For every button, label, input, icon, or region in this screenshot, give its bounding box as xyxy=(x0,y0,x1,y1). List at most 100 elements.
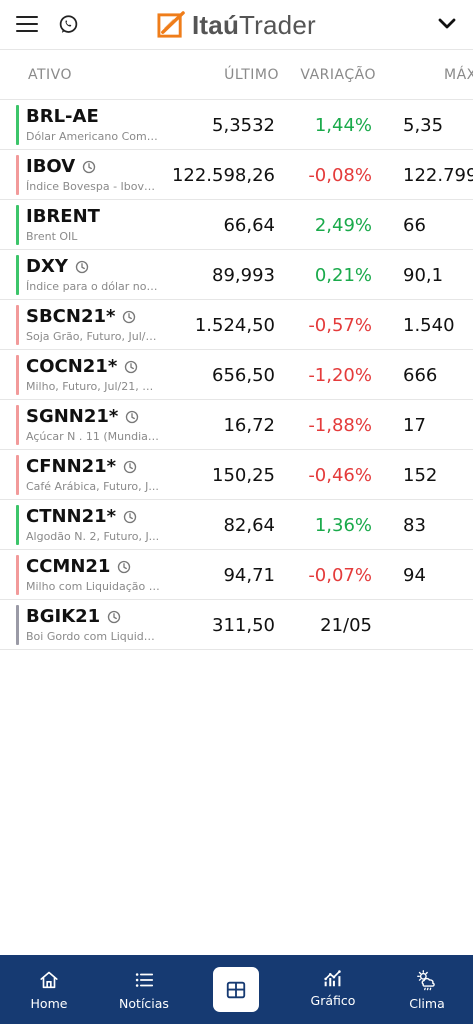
asset-symbol: BRL-AE xyxy=(26,106,99,127)
last-price: 1.524,50 xyxy=(194,315,275,336)
table-header: ATIVO ÚLTIMO VARIAÇÃO MÁX xyxy=(0,50,473,100)
last-price: 94,71 xyxy=(223,565,275,586)
asset-symbol-text: CCMN21 xyxy=(26,556,111,577)
asset-symbol: SBCN21* xyxy=(26,306,136,327)
itau-logo-icon xyxy=(157,10,185,38)
clock-icon xyxy=(126,410,139,423)
home-icon xyxy=(40,971,58,989)
clock-icon xyxy=(118,560,131,573)
bottom-nav: Home Notícias Gráfico Clima xyxy=(0,955,473,1024)
max-price: 666 xyxy=(403,365,438,386)
chart-icon xyxy=(324,970,341,987)
last-price: 656,50 xyxy=(212,365,275,386)
table-row[interactable]: CFNN21* Café Arábica, Futuro, J... 150,25 -… xyxy=(0,450,473,500)
table-row[interactable]: IBOV Índice Bovespa - Iboves... 122.598,26… xyxy=(0,150,473,200)
table-row[interactable]: SGNN21* Açúcar N . 11 (Mundial)... 16,72 -1… xyxy=(0,400,473,450)
asset-symbol: SGNN21* xyxy=(26,406,139,427)
max-price: 152 xyxy=(403,465,438,486)
nav-home[interactable]: Home xyxy=(22,955,76,1024)
asset-description: Brent OIL xyxy=(26,230,78,243)
asset-description: Boi Gordo com Liquida... xyxy=(26,630,160,643)
variation: -1,88% xyxy=(308,415,372,436)
asset-symbol-text: IBRENT xyxy=(26,206,100,227)
variation: 2,49% xyxy=(314,215,372,236)
table-row[interactable]: DXY Índice para o dólar nor... 89,993 0,21%… xyxy=(0,250,473,300)
quote-list: BRL-AE Dólar Americano Come... 5,3532 1,44%… xyxy=(0,100,473,650)
max-price: 90,1 xyxy=(403,265,444,286)
trend-bar xyxy=(16,355,19,395)
asset-description: Dólar Americano Come... xyxy=(26,130,160,143)
clock-icon xyxy=(75,260,89,273)
trend-bar xyxy=(16,155,19,195)
nav-grafico[interactable]: Gráfico xyxy=(305,955,361,1024)
clock-icon xyxy=(123,310,136,323)
asset-symbol-text: CFNN21* xyxy=(26,456,117,477)
asset-symbol-text: DXY xyxy=(26,256,68,277)
grid-icon xyxy=(226,981,246,998)
asset-description: Açúcar N . 11 (Mundial)... xyxy=(26,430,160,443)
asset-symbol-text: SGNN21* xyxy=(26,406,119,427)
nav-clima[interactable]: Clima xyxy=(402,955,452,1024)
last-price: 16,72 xyxy=(223,415,275,436)
nav-quotes-button[interactable] xyxy=(213,967,259,1012)
trend-bar xyxy=(16,205,19,245)
table-row[interactable]: COCN21* Milho, Futuro, Jul/21, El... 656,5… xyxy=(0,350,473,400)
nav-noticias[interactable]: Notícias xyxy=(113,955,175,1024)
last-price: 5,3532 xyxy=(212,115,275,136)
asset-symbol-text: COCN21* xyxy=(26,356,118,377)
column-variacao[interactable]: VARIAÇÃO xyxy=(300,67,376,83)
nav-grafico-label: Gráfico xyxy=(310,993,356,1008)
max-price: 83 xyxy=(403,515,426,536)
nav-clima-label: Clima xyxy=(409,996,445,1011)
asset-description: Milho com Liquidação F... xyxy=(26,580,160,593)
app: ItaúTrader ATIVO ÚLTIMO VARIAÇÃO MÁX BRL… xyxy=(0,0,473,1024)
whatsapp-icon[interactable] xyxy=(58,14,79,35)
trend-bar xyxy=(16,455,19,495)
clock-icon xyxy=(83,160,96,173)
last-price: 311,50 xyxy=(212,615,275,636)
table-row[interactable]: BRL-AE Dólar Americano Come... 5,3532 1,44%… xyxy=(0,100,473,150)
max-price: 1.540 xyxy=(403,315,455,336)
column-max[interactable]: MÁX xyxy=(444,67,473,83)
asset-symbol-text: IBOV xyxy=(26,156,76,177)
trend-bar xyxy=(16,605,19,645)
variation: -0,08% xyxy=(308,165,372,186)
max-price: 122.799 xyxy=(403,165,473,186)
clock-icon xyxy=(123,460,137,473)
asset-symbol: CFNN21* xyxy=(26,456,137,477)
asset-symbol: CCMN21 xyxy=(26,556,131,577)
chevron-down-icon[interactable] xyxy=(437,16,457,32)
table-row[interactable]: CCMN21 Milho com Liquidação F... 94,71 -0,0… xyxy=(0,550,473,600)
column-ativo[interactable]: ATIVO xyxy=(28,67,72,83)
clock-icon xyxy=(125,360,138,373)
asset-description: Milho, Futuro, Jul/21, El... xyxy=(26,380,160,393)
trend-bar xyxy=(16,505,19,545)
asset-symbol-text: SBCN21* xyxy=(26,306,116,327)
asset-description: Café Arábica, Futuro, J... xyxy=(26,480,159,493)
table-row[interactable]: IBRENT Brent OIL 66,64 2,49% 66 xyxy=(0,200,473,250)
asset-symbol-text: CTNN21* xyxy=(26,506,117,527)
table-row[interactable]: BGIK21 Boi Gordo com Liquida... 311,50 21/0… xyxy=(0,600,473,650)
variation: -0,57% xyxy=(308,315,372,336)
table-row[interactable]: SBCN21* Soja Grão, Futuro, Jul/2... 1.524,… xyxy=(0,300,473,350)
asset-symbol: BGIK21 xyxy=(26,606,121,627)
last-price: 89,993 xyxy=(212,265,275,286)
app-header: ItaúTrader xyxy=(0,0,473,50)
asset-symbol: IBRENT xyxy=(26,206,100,227)
asset-description: Índice Bovespa - Iboves... xyxy=(26,180,160,193)
clock-icon xyxy=(123,510,137,523)
table-row[interactable]: CTNN21* Algodão N. 2, Futuro, J... 82,64 1,… xyxy=(0,500,473,550)
max-price: 66 xyxy=(403,215,426,236)
logo-text: ItaúTrader xyxy=(192,10,316,41)
variation: 21/05 xyxy=(320,615,372,636)
last-price: 122.598,26 xyxy=(171,165,275,186)
asset-symbol: DXY xyxy=(26,256,89,277)
column-ultimo[interactable]: ÚLTIMO xyxy=(224,67,279,83)
trend-bar xyxy=(16,305,19,345)
asset-description: Soja Grão, Futuro, Jul/2... xyxy=(26,330,160,343)
asset-description: Algodão N. 2, Futuro, J... xyxy=(26,530,160,543)
trend-bar xyxy=(16,255,19,295)
menu-icon[interactable] xyxy=(16,15,38,33)
trend-bar xyxy=(16,105,19,145)
logo-bold: Itaú xyxy=(192,9,240,40)
